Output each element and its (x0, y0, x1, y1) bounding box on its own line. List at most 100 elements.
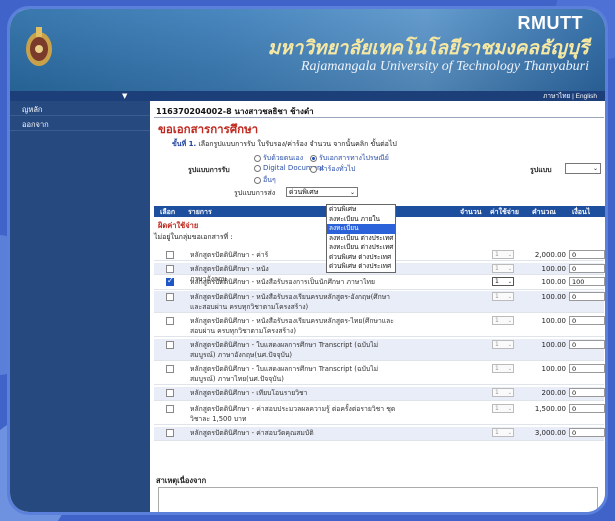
row-checkbox[interactable] (166, 341, 174, 349)
lang-english-link[interactable]: English (576, 93, 597, 100)
chevron-down-icon: ⌄ (507, 430, 512, 436)
row-amount-input[interactable]: 100 (569, 277, 605, 286)
row-checkbox[interactable] (166, 365, 174, 373)
reason-label: สาเหตุเนื่องจาก (156, 476, 207, 485)
dropdown-option[interactable]: ลงทะเบียน (327, 224, 395, 234)
table-row: หลักสูตรปัตตินิศึกษา - ค่าสอบประมวลผลควา… (154, 403, 605, 425)
row-qty-select[interactable]: 1 ⌄ (492, 277, 514, 286)
chevron-down-icon: ⌄ (507, 294, 512, 300)
shipping-label: รูปแบบการส่ง (234, 189, 276, 197)
row-qty-select[interactable]: 1 ⌄ (492, 428, 514, 437)
chevron-down-icon: ⌄ (507, 366, 512, 372)
radio-general-request[interactable]: ค่าร้องทั่วไป (310, 164, 356, 175)
row-amount-input[interactable]: 0 (569, 388, 605, 397)
row-fee: 100.00 (541, 265, 567, 273)
row-checkbox[interactable] (166, 317, 174, 325)
row-amount-input[interactable]: 0 (569, 250, 605, 259)
header-banner: RMUTT มหาวิทยาลัยเทคโนโลยีราชมงคลธัญบุรี… (10, 9, 605, 91)
row-fee: 1,500.00 (534, 405, 566, 413)
reason-textarea[interactable] (158, 487, 598, 512)
table-row: หลักสูตรปัตตินิศึกษา - ใบแสดงผลการศึกษา … (154, 339, 605, 361)
table-row: หลักสูตรปัตตินิศึกษา - หนังสือรับรองการเ… (154, 276, 605, 290)
row-fee: 200.00 (541, 389, 567, 397)
row-qty-select[interactable]: 1 ⌄ (492, 388, 514, 397)
receive-label: รูปแบบการรับ (188, 166, 230, 174)
page-title: ขอเอกสารการศึกษา (158, 122, 259, 136)
row-amount-input[interactable]: 0 (569, 404, 605, 413)
row-qty-select[interactable]: 1 ⌄ (492, 264, 514, 273)
row-fee: 100.00 (541, 278, 567, 286)
screenshot-frame: RMUTT มหาวิทยาลัยเทคโนโลยีราชมงคลธัญบุรี… (7, 6, 608, 515)
row-fee: 2,000.00 (534, 251, 566, 259)
row-amount-input[interactable]: 0 (569, 292, 605, 301)
lang-thai-link[interactable]: ภาษาไทย (543, 93, 570, 100)
row-fee: 100.00 (541, 317, 567, 325)
dropdown-option[interactable]: ลงทะเบียน ต่างประเทศ (327, 243, 395, 253)
row-qty-select[interactable]: 1 ⌄ (492, 404, 514, 413)
row-item-text: หลักสูตรปัตตินิศึกษา - ใบแสดงผลการศึกษา … (190, 365, 379, 383)
chevron-down-icon: ⌄ (507, 252, 512, 258)
table-row: หลักสูตรปัตตินิศึกษา - ค่าสอบวัดคุณสมบัต… (154, 427, 605, 441)
dropdown-option[interactable]: ด่วนพิเศษ ต่างประเทศ (327, 262, 395, 272)
row-amount-input[interactable]: 0 (569, 364, 605, 373)
brand-text: RMUTT (517, 13, 583, 33)
sidebar: ญหลัก ออกจาก (10, 101, 150, 512)
row-item-text: หลักสูตรปัตตินิศึกษา - หนังสือรับรองเรีย… (190, 293, 390, 311)
table-row: หลักสูตรปัตตินิศึกษา - หนังสือรับรองเรีย… (154, 315, 605, 337)
divider (154, 117, 604, 118)
format-label: รูปแบบ (530, 166, 552, 174)
dropdown-option[interactable]: ลงทะเบียน ภายใน (327, 215, 395, 225)
subsection-heading: ไม่อยู่ในกลุ่มขอเอกสารที่ : (154, 233, 233, 241)
row-item-text: หลักสูตรปัตตินิศึกษา - หนังสือรับรองเรีย… (190, 317, 394, 335)
row-amount-input[interactable]: 0 (569, 316, 605, 325)
row-qty-select[interactable]: 1 ⌄ (492, 292, 514, 301)
menu-dropdown-icon[interactable]: ▼ (122, 92, 127, 100)
row-amount-input[interactable]: 0 (569, 428, 605, 437)
radio-other[interactable]: อื่นๆ (254, 175, 276, 186)
row-fee: 100.00 (541, 293, 567, 301)
top-navbar: ▼ ภาษาไทย | English (10, 91, 605, 101)
dropdown-option[interactable]: ด่วนพิเศษ ต่างประเทศ (327, 253, 395, 263)
table-row: หลักสูตรปัตตินิศึกษา - เทียบโอนรายวิชา 1 ⌄… (154, 387, 605, 401)
table-row: หลักสูตรปัตตินิศึกษา - หนังสือรับรองเรีย… (154, 291, 605, 313)
row-item-text: หลักสูตรปัตตินิศึกษา - หนังสือรับรองการเ… (190, 278, 375, 286)
row-checkbox[interactable] (166, 265, 174, 273)
row-item-text: หลักสูตรปัตตินิศึกษา - ค่าสอบประมวลผลควา… (190, 405, 396, 423)
row-checkbox[interactable] (166, 293, 174, 301)
row-fee: 100.00 (541, 341, 567, 349)
table-row: หลักสูตรปัตตินิศึกษา - ใบแสดงผลการศึกษา … (154, 363, 605, 385)
chevron-down-icon: ⌄ (507, 318, 512, 324)
chevron-down-icon: ⌄ (507, 279, 512, 285)
row-checkbox[interactable] (166, 251, 174, 259)
row-qty-select[interactable]: 1 ⌄ (492, 250, 514, 259)
row-qty-select[interactable]: 1 ⌄ (492, 364, 514, 373)
row-qty-select[interactable]: 1 ⌄ (492, 340, 514, 349)
chevron-down-icon: ⌄ (592, 165, 598, 172)
row-amount-input[interactable]: 0 (569, 264, 605, 273)
dropdown-option[interactable]: ลงทะเบียน ต่างประเทศ (327, 234, 395, 244)
sidebar-item-home[interactable]: ญหลัก (10, 101, 150, 116)
radio-postal[interactable]: รับเอกสารทางไปรษณีย์ (310, 153, 389, 164)
radio-self-pickup[interactable]: รับด้วยตนเอง (254, 153, 303, 164)
row-checkbox[interactable] (166, 429, 174, 437)
chevron-down-icon: ⌄ (349, 189, 355, 196)
row-checkbox[interactable] (166, 276, 174, 286)
main-content: 116370204002-8 นางสาวชลธิชา ช้างดำ ขอเอก… (150, 101, 605, 512)
chevron-down-icon: ⌄ (507, 266, 512, 272)
chevron-down-icon: ⌄ (507, 342, 512, 348)
dropdown-option[interactable]: ด่วนพิเศษ (327, 205, 395, 215)
row-qty-select[interactable]: 1 ⌄ (492, 316, 514, 325)
row-checkbox[interactable] (166, 405, 174, 413)
section-heading: ผิดค่าใช้จ่าย (158, 221, 199, 230)
format-select[interactable]: ⌄ (565, 163, 601, 174)
shipping-dropdown: ด่วนพิเศษ ลงทะเบียน ภายใน ลงทะเบียน ลงทะ… (326, 204, 396, 273)
row-checkbox[interactable] (166, 389, 174, 397)
sidebar-item-logout[interactable]: ออกจาก (10, 116, 150, 131)
chevron-down-icon: ⌄ (507, 406, 512, 412)
row-amount-input[interactable]: 0 (569, 340, 605, 349)
step-instruction: ขั้นที่ 1. เลือกรูปแบบการรับ ใบรับรอง/ค่… (172, 140, 397, 148)
chevron-down-icon: ⌄ (507, 390, 512, 396)
row-item-text: หลักสูตรปัตตินิศึกษา - ใบแสดงผลการศึกษา … (190, 341, 379, 359)
row-item-text: หลักสูตรปัตตินิศึกษา - เทียบโอนรายวิชา (190, 389, 308, 397)
shipping-select[interactable]: ด่วนพิเศษ ⌄ (286, 187, 358, 197)
